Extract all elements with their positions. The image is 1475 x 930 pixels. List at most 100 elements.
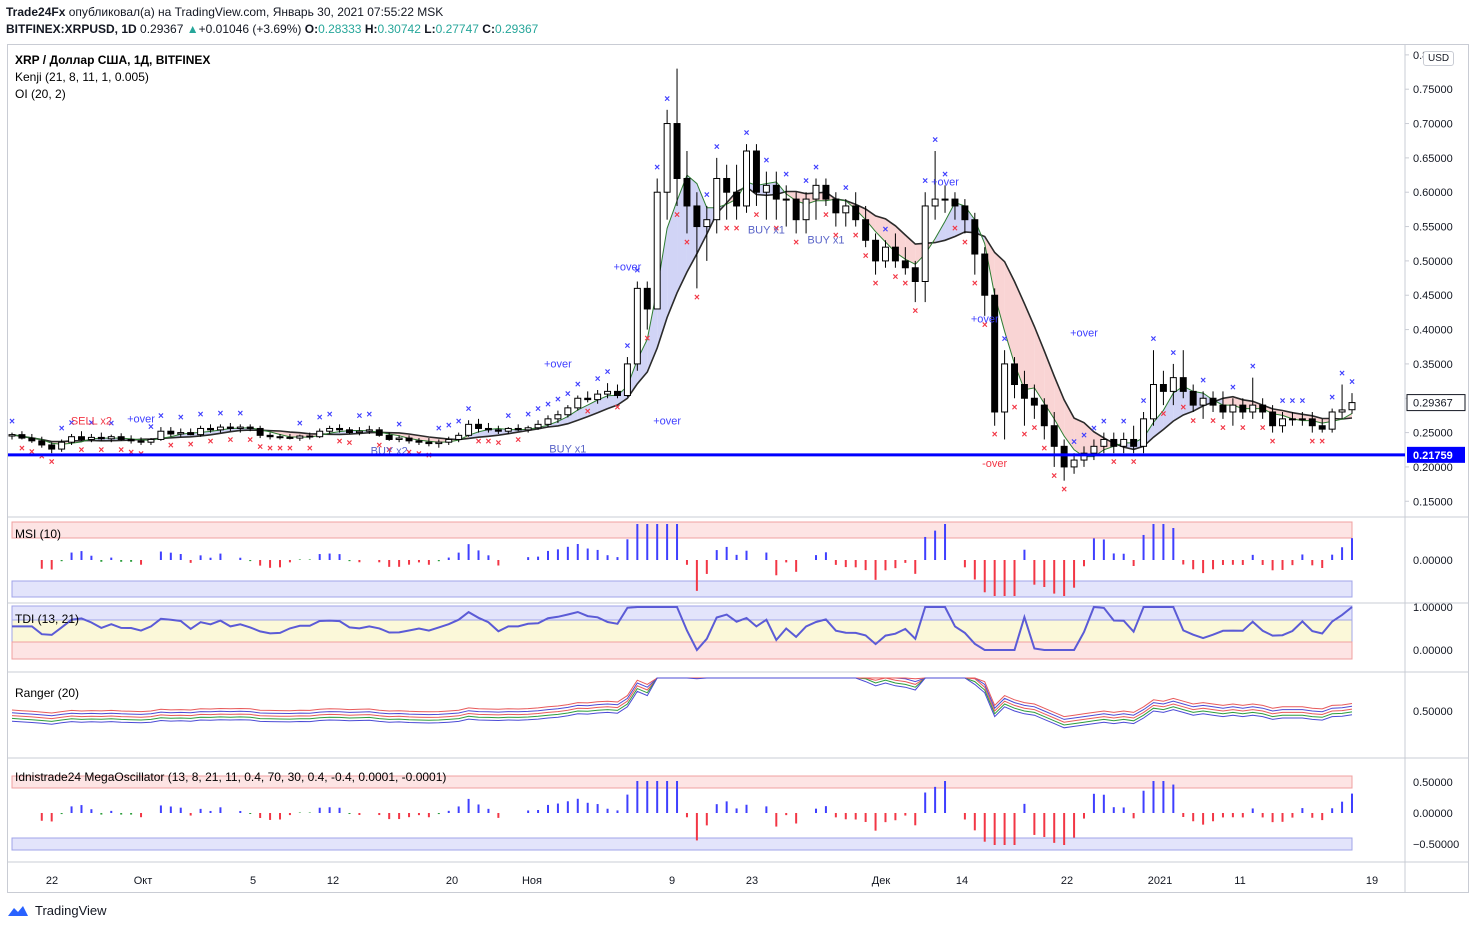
signal-marker: × [227,435,233,446]
time-tick-label: 20 [446,875,458,887]
msi-lower-band [11,580,1353,598]
time-tick-label: 19 [1366,875,1378,887]
candle-body [852,205,860,221]
signal-marker: × [1180,402,1186,413]
signal-marker: × [366,410,372,421]
signal-marker: × [218,408,224,419]
candle-body [137,440,145,443]
price-tick-label: 0.15000 [1413,496,1453,508]
signal-marker: × [9,417,15,428]
currency-badge[interactable]: USD [1423,51,1455,66]
signal-marker: × [267,443,273,454]
candle-body [733,191,741,207]
candle-body [484,427,492,431]
candle-body [723,177,731,193]
pane-tdi-label: TDI (13, 21) [15,612,79,626]
candle-body [207,427,214,431]
candle-body [1001,363,1009,413]
signal-marker: × [744,128,750,139]
candle-body [494,429,502,432]
signal-marker: × [237,408,243,419]
signal-marker: × [714,142,720,153]
signal-marker: × [962,237,968,248]
signal-marker: × [1240,423,1246,434]
time-tick-label: Дек [872,875,891,887]
candle-body [951,198,959,207]
candle-body [604,390,612,395]
candle-body [266,434,274,438]
candle-body [316,430,324,438]
candle-body [1328,411,1336,430]
over-annotation: +over [931,176,959,188]
signal-marker: × [525,410,531,421]
signal-marker: × [1160,409,1166,420]
signal-marker: × [704,190,710,201]
over-annotation: +over [1070,327,1098,339]
price-tick-label: 0.45000 [1413,290,1453,302]
candle-body [1090,445,1098,454]
signal-marker: × [575,380,581,391]
candle-body [544,418,552,425]
candle-body [296,435,304,439]
candle-body [752,150,760,193]
candle-body [375,429,383,436]
chart-canvas[interactable]: × × × × × × × × × × × × × × × × × × × × × × × × × × × × × × × × × × × × × × × ×… [0,0,1475,930]
candle-body [891,246,899,262]
candle-body [623,363,631,397]
signal-marker: × [168,441,174,452]
time-tick-label: 5 [250,875,256,887]
candle-body [1249,404,1257,413]
candle-body [226,426,234,429]
candle-body [157,430,165,440]
price-tick-label: 0.35000 [1413,359,1453,371]
candle-body [465,423,473,436]
candle-body [971,219,979,255]
candle-body [107,436,115,440]
candle-body [713,177,721,221]
over-annotation: -over [982,458,1007,470]
signal-marker: × [1230,382,1236,393]
candle-body [246,426,254,429]
time-tick-label: 23 [746,875,758,887]
signal-marker: × [1299,396,1305,407]
price-tick-label: 0.65000 [1413,153,1453,165]
signal-marker: × [1061,485,1067,496]
signal-marker: × [287,443,293,454]
candle-body [981,253,989,296]
candle-body [862,219,870,241]
candle-body [762,184,770,193]
signal-marker: × [1041,443,1047,454]
candle-body [475,423,482,429]
candle-body [663,123,671,193]
over-annotation: +over [971,314,999,326]
time-tick-label: Окт [134,875,153,887]
candle-body [68,436,76,443]
candle-body [1179,377,1187,392]
last-price-badge-label: 0.29367 [1413,398,1453,410]
candle-body [415,440,423,443]
candle-body [683,177,691,207]
signal-marker: × [783,169,789,180]
signal-marker: × [972,279,978,290]
candle-body [197,427,205,436]
signal-marker: × [257,442,263,453]
signal-marker: × [1051,471,1057,482]
candle-body [385,434,393,440]
signal-marker: × [952,224,958,235]
signal-marker: × [535,404,541,415]
signal-marker: × [1319,437,1325,448]
candle-body [435,441,443,445]
signal-marker: × [605,367,611,378]
candle-body [1050,425,1058,447]
trade-annotation: SELL x2 [71,415,112,427]
signal-marker: × [486,437,492,448]
candle-body [1040,404,1048,427]
candle-body [97,436,105,440]
signal-marker: × [456,417,462,428]
price-tick-label: 0.60000 [1413,187,1453,199]
candle-body [941,198,949,201]
candle-body [286,436,294,439]
brand-name[interactable]: TradingView [35,903,107,918]
candle-body [1338,409,1346,413]
signal-marker: × [694,292,700,303]
